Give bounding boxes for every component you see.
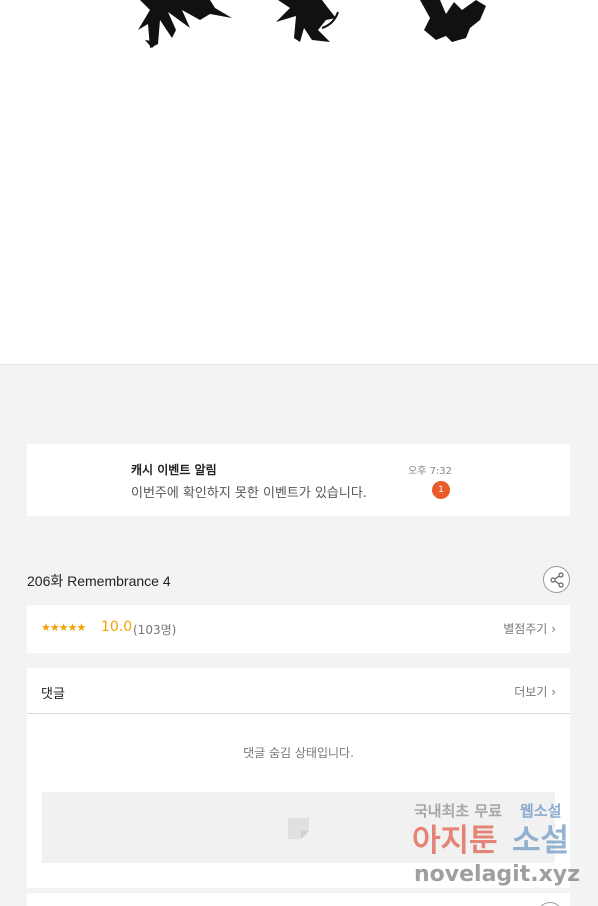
rate-button[interactable]: 별점주기 ›	[503, 620, 556, 637]
image-placeholder-icon	[288, 818, 309, 839]
share-icon	[550, 572, 564, 588]
rating-stars: ★★★★★	[41, 621, 86, 634]
rating-card: ★★★★★ 10.0 (103명) 별점주기 ›	[27, 605, 570, 653]
ad-placeholder[interactable]	[42, 792, 555, 863]
comments-title: 댓글	[41, 687, 65, 702]
rating-score: 10.0	[101, 619, 133, 635]
rating-count: (103명)	[133, 623, 177, 637]
circle-button[interactable]	[537, 902, 563, 906]
share-button[interactable]	[543, 566, 570, 593]
notice-badge: 1	[432, 481, 450, 499]
next-card	[27, 893, 570, 906]
notice-message: 이번주에 확인하지 못한 이벤트가 있습니다.	[131, 486, 367, 501]
comments-hidden-message: 댓글 숨김 상태입니다.	[243, 746, 354, 760]
comments-more-button[interactable]: 더보기 ›	[514, 683, 556, 700]
notice-title: 캐시 이벤트 알림	[131, 463, 217, 477]
comments-header: 댓글 더보기 ›	[27, 668, 570, 714]
chevron-right-icon: ›	[551, 622, 556, 636]
comic-silhouettes	[138, 0, 486, 48]
rate-label: 별점주기	[503, 622, 548, 636]
episode-title: 206화 Remembrance 4	[27, 573, 171, 589]
notice-time: 오후 7:32	[408, 466, 453, 477]
comments-section: 댓글 더보기 › 댓글 숨김 상태입니다.	[27, 668, 570, 888]
chevron-right-icon: ›	[551, 685, 556, 699]
more-label: 더보기	[514, 685, 548, 699]
cash-event-notice[interactable]: 캐시 이벤트 알림 이번주에 확인하지 못한 이벤트가 있습니다. 오후 7:3…	[27, 444, 570, 516]
comic-panel	[0, 0, 598, 365]
